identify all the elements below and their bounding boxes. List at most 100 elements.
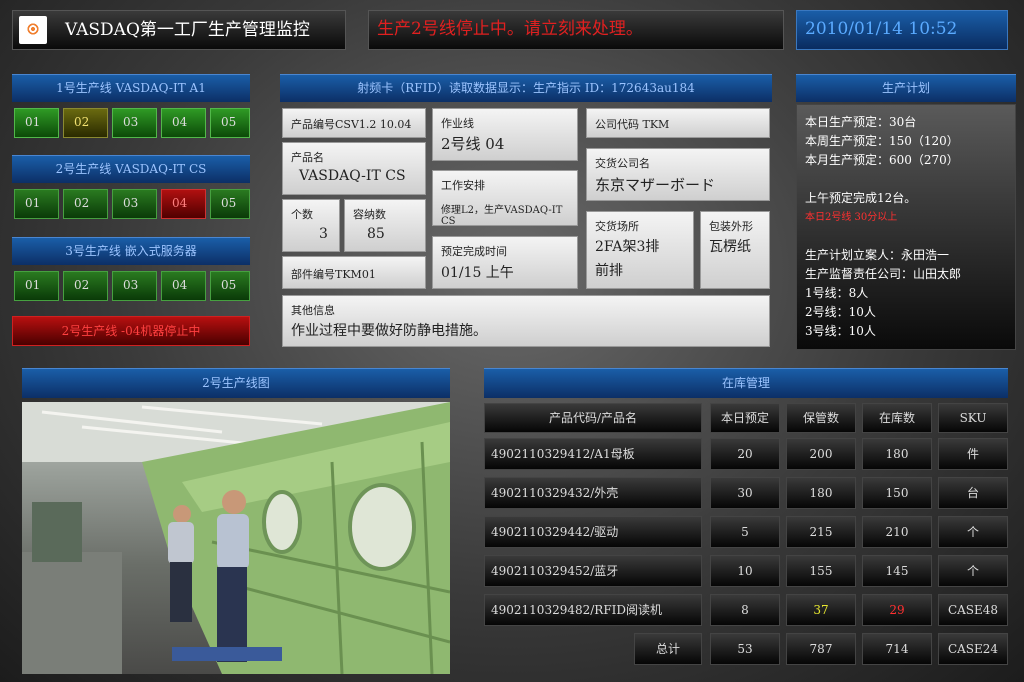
- plan-supervisor: 生产监督责任公司：山田太郎: [805, 267, 962, 281]
- total-sku: CASE24: [938, 633, 1008, 665]
- table-row-3-stored: 215: [786, 516, 856, 548]
- line2-machine-05[interactable]: 05: [210, 189, 250, 219]
- table-row-3-product[interactable]: 4902110329442/驱动: [484, 516, 702, 548]
- count-label: 个数: [291, 208, 313, 221]
- total-label: 总计: [634, 633, 702, 665]
- product-code: 产品编号CSV1.2 10.04: [291, 118, 412, 131]
- part-no-card: 部件编号TKM01: [282, 256, 426, 289]
- line2-machine-04[interactable]: 04: [161, 189, 206, 219]
- production-line-photo: [22, 402, 450, 674]
- delivery-place-line2: 前排: [595, 263, 623, 279]
- table-row-1-stock: 180: [862, 438, 932, 470]
- plan-day: 本日生产预定：30台: [805, 115, 917, 129]
- table-row-5-product[interactable]: 4902110329482/RFID阅读机: [484, 594, 702, 626]
- table-row-2-stored: 180: [786, 477, 856, 509]
- table-row-1-stored: 200: [786, 438, 856, 470]
- line3-machine-02[interactable]: 02: [63, 271, 108, 301]
- line3-header: 3号生产线 嵌入式服务器: [12, 237, 250, 265]
- table-row-2-product[interactable]: 4902110329432/外壳: [484, 477, 702, 509]
- delivery-company: 东京マザーボード: [595, 176, 716, 194]
- other-info-label: 其他信息: [291, 304, 335, 317]
- table-row-1-sku: 件: [938, 438, 1008, 470]
- rfid-header: 射频卡（RFID）读取数据显示：生产指示 ID：172643au184: [280, 74, 772, 102]
- product-name: VASDAQ-IT CS: [299, 168, 406, 184]
- line1-machine-04[interactable]: 04: [161, 108, 206, 138]
- line1-machine-05[interactable]: 05: [210, 108, 250, 138]
- line3-machine-03[interactable]: 03: [112, 271, 157, 301]
- total-stock: 714: [862, 633, 932, 665]
- table-row-3-sku: 个: [938, 516, 1008, 548]
- capacity-label: 容纳数: [353, 208, 386, 221]
- table-row-2-today: 30: [710, 477, 780, 509]
- factory-scene-illustration: [22, 402, 450, 674]
- line1-header: 1号生产线 VASDAQ-IT A1: [12, 74, 250, 102]
- app-title: VASDAQ第一工厂生产管理监控: [65, 20, 310, 40]
- line3-machine-04[interactable]: 04: [161, 271, 206, 301]
- plan-line2-staff: 2号线：10人: [805, 305, 876, 319]
- capacity-card: 容纳数 85: [344, 199, 426, 252]
- plan-header: 生产计划: [796, 74, 1016, 102]
- table-row-4-stored: 155: [786, 555, 856, 587]
- inventory-header: 在库管理: [484, 368, 1008, 398]
- delivery-place-line1: 2FA架3排: [595, 239, 660, 255]
- table-row-2-sku: 台: [938, 477, 1008, 509]
- table-row-4-today: 10: [710, 555, 780, 587]
- due-card: 预定完成时间 01/15 上午: [432, 236, 578, 289]
- table-row-1-product[interactable]: 4902110329412/A1母板: [484, 438, 702, 470]
- signal-icon: [26, 22, 40, 36]
- package-value: 瓦楞纸: [709, 239, 751, 255]
- title-bar: VASDAQ第一工厂生产管理监控: [12, 10, 346, 50]
- plan-line1-staff: 1号线：8人: [805, 286, 869, 300]
- line2-machine-03[interactable]: 03: [112, 189, 157, 219]
- plan-week: 本周生产预定：150（120）: [805, 134, 959, 148]
- alert-bar: 生产2号线停止中。请立刻来处理。: [368, 10, 784, 50]
- machine-stop-status[interactable]: 2号生产线 -04机器停止中: [12, 316, 250, 346]
- line1-machine-01[interactable]: 01: [14, 108, 59, 138]
- plan-am-done: 上午预定完成12台。: [805, 191, 917, 205]
- line2-machine-02[interactable]: 02: [63, 189, 108, 219]
- inventory-col-today[interactable]: 本日预定: [710, 403, 780, 433]
- line3-machine-05[interactable]: 05: [210, 271, 250, 301]
- delivery-company-card: 交货公司名 东京マザーボード: [586, 148, 770, 201]
- inventory-col-sku[interactable]: SKU: [938, 403, 1008, 433]
- line1-machine-02[interactable]: 02: [63, 108, 108, 138]
- company-code-card: 公司代码 TKM: [586, 108, 770, 138]
- table-row-5-sku: CASE48: [938, 594, 1008, 626]
- total-stored: 787: [786, 633, 856, 665]
- company-code: 公司代码 TKM: [595, 118, 670, 131]
- count-card: 个数 3: [282, 199, 340, 252]
- product-code-card: 产品编号CSV1.2 10.04: [282, 108, 426, 138]
- line1-machine-03[interactable]: 03: [112, 108, 157, 138]
- line2-machine-01[interactable]: 01: [14, 189, 59, 219]
- inventory-col-product[interactable]: 产品代码/产品名: [484, 403, 702, 433]
- product-name-card: 产品名 VASDAQ-IT CS: [282, 142, 426, 195]
- datetime-text: 2010/01/14 10:52: [805, 19, 958, 39]
- delivery-place-label: 交货场所: [595, 220, 639, 233]
- line2-header: 2号生产线 VASDAQ-IT CS: [12, 155, 250, 183]
- work-line: 2号线 04: [441, 135, 505, 153]
- count-value: 3: [319, 226, 328, 242]
- total-today: 53: [710, 633, 780, 665]
- plan-month: 本月生产预定：600（270）: [805, 153, 959, 167]
- part-no: 部件编号TKM01: [291, 268, 376, 281]
- photo-header: 2号生产线图: [22, 368, 450, 398]
- line3-machine-01[interactable]: 01: [14, 271, 59, 301]
- inventory-col-stock[interactable]: 在库数: [862, 403, 932, 433]
- product-name-label: 产品名: [291, 151, 324, 164]
- plan-line3-staff: 3号线：10人: [805, 324, 876, 338]
- work-line-label: 作业线: [441, 117, 474, 130]
- table-row-5-stored: 37: [786, 594, 856, 626]
- work-plan-label: 工作安排: [441, 179, 485, 192]
- table-row-3-today: 5: [710, 516, 780, 548]
- delivery-company-label: 交货公司名: [595, 157, 650, 170]
- work-plan-card: 工作安排 修理L2，生产VASDAQ-IT CS: [432, 170, 578, 227]
- inventory-col-stored[interactable]: 保管数: [786, 403, 856, 433]
- table-row-5-stock: 29: [862, 594, 932, 626]
- plan-planner: 生产计划立案人：永田浩一: [805, 248, 950, 262]
- table-row-4-stock: 145: [862, 555, 932, 587]
- plan-panel: 本日生产预定：30台 本周生产预定：150（120） 本月生产预定：600（27…: [796, 104, 1016, 350]
- alert-text: 生产2号线停止中。请立刻来处理。: [377, 19, 643, 39]
- table-row-4-product[interactable]: 4902110329452/蓝牙: [484, 555, 702, 587]
- due-value: 01/15 上午: [441, 265, 514, 281]
- package-label: 包装外形: [709, 220, 753, 233]
